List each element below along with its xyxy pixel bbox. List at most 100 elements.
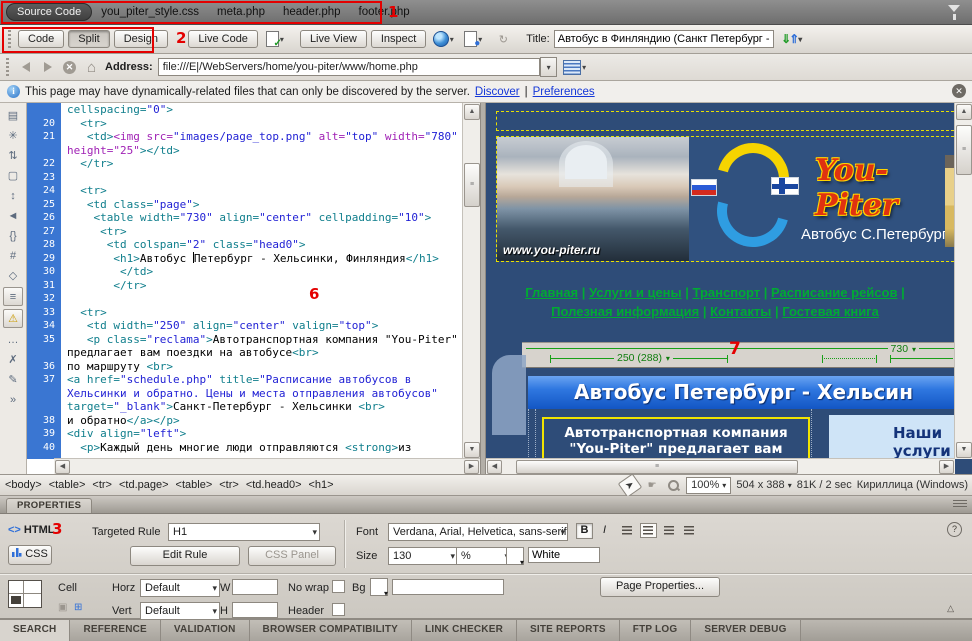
related-file-tab[interactable]: you_piter_style.css [92,4,208,20]
results-tab-search[interactable]: SEARCH [0,620,70,641]
balance-braces-icon[interactable]: {} [4,227,22,244]
related-file-tab[interactable]: header.php [274,4,350,20]
hand-tool-icon[interactable]: ☛ [644,478,660,493]
size-unit-select[interactable]: % [456,547,512,565]
code-view-button[interactable]: Code [18,30,64,48]
italic-button[interactable]: I [596,523,613,539]
code-line[interactable]: 26 <table width="730" align="center" cel… [27,211,463,225]
code-line[interactable]: 32 [27,292,463,306]
code-line[interactable]: 39<div align="left"> [27,427,463,441]
h-field[interactable] [232,602,278,618]
code-line[interactable]: 29 <h1>Автобус Петербург - Хельсинки, Фи… [27,252,463,266]
stop-icon[interactable]: ✕ [61,59,78,76]
design-vertical-scrollbar[interactable]: ▲ ≡ ▼ [954,103,972,459]
help-icon[interactable]: ? [947,522,962,537]
expand-all-icon[interactable]: ↕ [4,187,22,204]
code-navigator-icon[interactable]: ✳ [4,127,22,144]
nav-link[interactable]: Полезная информация [551,304,699,319]
file-management-icon[interactable]: ⇓⇑▾ [778,29,804,50]
nav-link[interactable]: Услуги и цены [589,285,682,300]
table-width-label[interactable]: 730 ▾ [888,343,919,355]
code-line[interactable]: 40 <p>Каждый день многие люди отправляют… [27,441,463,455]
preferences-link[interactable]: Preferences [533,86,595,98]
design-horizontal-scrollbar[interactable]: ◀ ≡ ▶ [486,458,955,474]
tag-selector-item[interactable]: <h1> [309,479,334,491]
code-scroll-thumb[interactable]: ≡ [464,163,480,207]
live-code-button[interactable]: Live Code [188,30,258,48]
code-editor[interactable]: cellspacing="0">20 <tr>21 <td><img src="… [27,103,480,474]
edit-rule-button[interactable]: Edit Rule [130,546,240,566]
page-properties-button[interactable]: Page Properties... [600,577,720,597]
window-size-select[interactable]: 504 x 388 ▾ [736,479,791,491]
source-code-tab[interactable]: Source Code [6,3,92,21]
title-input[interactable] [554,30,774,48]
scroll-left-icon[interactable]: ◀ [487,460,502,474]
code-line[interactable]: 36по маршруту <br> [27,360,463,374]
format-source-icon[interactable]: ✎ [4,371,22,388]
nav-link[interactable]: Гостевая книга [782,304,879,319]
nav-link[interactable]: Расписание рейсов [771,285,897,300]
panel-menu-icon[interactable] [953,500,967,509]
select-tool-icon[interactable]: ➤ [618,473,642,497]
code-line[interactable]: 28 <td colspan="2" class="head0"> [27,238,463,252]
scroll-up-icon[interactable]: ▲ [956,104,972,120]
select-parent-tag-icon[interactable]: ◄ [4,207,22,224]
results-tab-validation[interactable]: VALIDATION [161,620,250,641]
back-icon[interactable] [17,59,34,76]
services-heading-box[interactable]: Наши услуги [829,415,955,459]
tag-selector-item[interactable]: <body> [5,479,42,491]
discover-link[interactable]: Discover [475,86,520,98]
split-view-button[interactable]: Split [68,30,109,48]
split-cell-icon[interactable]: ⊞ [74,602,82,613]
home-icon[interactable]: ⌂ [83,59,100,76]
filter-icon[interactable] [948,5,960,12]
scroll-right-icon[interactable]: ▶ [939,460,954,474]
text-color-swatch[interactable] [506,547,524,565]
zoom-tool-icon[interactable] [665,478,681,493]
code-vertical-scrollbar[interactable]: ▲ ≡ ▼ [462,103,480,459]
code-line[interactable]: cellspacing="0"> [27,103,463,117]
code-line[interactable]: 33 <tr> [27,306,463,320]
check-browser-compatibility-icon[interactable]: ✓▾ [262,29,288,50]
nav-link[interactable]: Транспорт [693,285,761,300]
nav-link[interactable]: Главная [525,285,578,300]
code-line[interactable]: 34 <td width="250" align="center" valign… [27,319,463,333]
results-tab-ftp-log[interactable]: FTP LOG [620,620,692,641]
align-justify-icon[interactable] [682,524,697,537]
tag-selector-item[interactable]: <td.page> [119,479,169,491]
refresh-icon[interactable]: ↻ [490,29,516,50]
design-hscroll-thumb[interactable]: ≡ [516,460,798,474]
targeted-rule-select[interactable]: H1 [168,523,320,541]
size-select[interactable]: 130 [388,547,458,565]
code-line[interactable]: 23 [27,171,463,185]
code-line[interactable]: 20 <tr> [27,117,463,131]
collapse-full-tag-icon[interactable]: ⇅ [4,147,22,164]
highlight-invalid-code-icon[interactable]: ◇ [4,267,22,284]
code-line[interactable]: 22 </tr> [27,157,463,171]
related-file-tab[interactable]: footer.php [350,4,419,20]
code-line[interactable]: 37<a href="schedule.php" title="Расписан… [27,373,463,414]
results-tab-reference[interactable]: REFERENCE [70,620,160,641]
nav-link[interactable]: Контакты [710,304,771,319]
code-line[interactable]: 27 <tr> [27,225,463,239]
code-line[interactable]: 25 <td class="page"> [27,198,463,212]
bg-color-field[interactable] [392,579,504,595]
code-line[interactable]: 31 </tr> [27,279,463,293]
html-mode-button[interactable]: <> HTML [8,524,54,536]
column-width-label[interactable]: 250 (288) ▾ [614,352,673,364]
remove-comment-icon[interactable]: ✗ [4,351,22,368]
collapse-selection-icon[interactable]: ▢ [4,167,22,184]
tag-selector-item[interactable]: <tr> [219,479,239,491]
design-canvas[interactable]: www.you-piter.ru You-Piter Автобус С.Пет… [486,103,955,459]
syntax-error-alerts-icon[interactable]: ⚠ [3,309,23,328]
scroll-up-icon[interactable]: ▲ [464,104,480,120]
scroll-left-icon[interactable]: ◀ [55,460,70,474]
apply-comment-icon[interactable]: … [4,331,22,348]
validate-markup-icon[interactable]: ●▾ [460,29,486,50]
panel-collapse-icon[interactable]: △ [947,603,954,614]
toolbar-grip[interactable] [8,30,11,48]
font-select[interactable]: Verdana, Arial, Helvetica, sans-serif [388,523,568,541]
tag-selector-item[interactable]: <td.head0> [246,479,302,491]
properties-tab[interactable]: PROPERTIES [6,498,92,513]
align-center-icon[interactable] [640,523,657,538]
